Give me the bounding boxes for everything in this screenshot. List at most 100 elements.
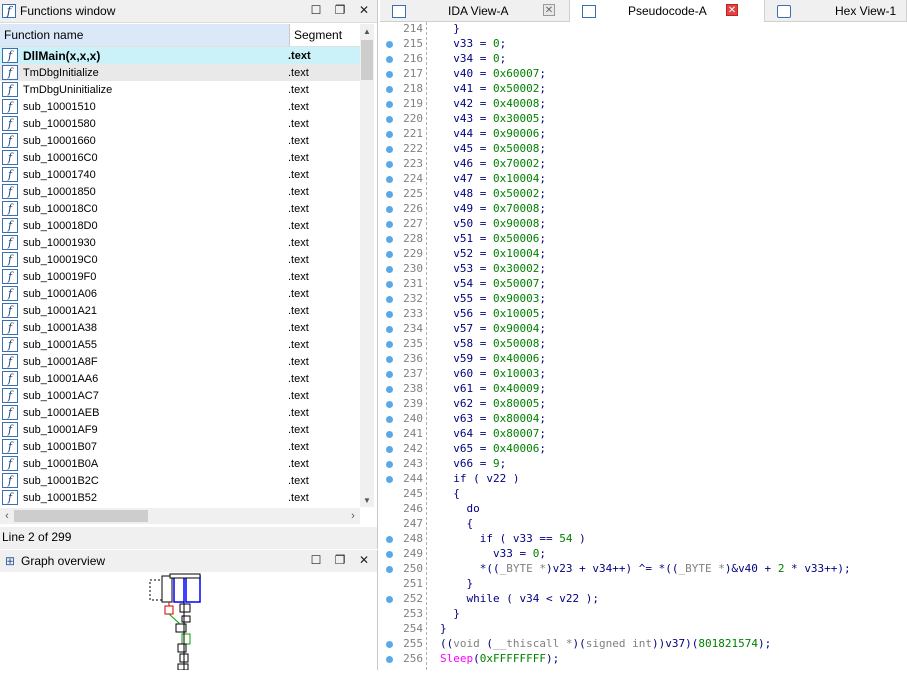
code-line[interactable]: 253 } bbox=[380, 607, 907, 622]
breakpoint-dot-icon[interactable] bbox=[386, 311, 393, 318]
code-line[interactable]: 214 } bbox=[380, 22, 907, 37]
function-row[interactable]: f sub_10001A55 .text bbox=[0, 336, 360, 353]
code-line[interactable]: 226 v49 = 0x70008; bbox=[380, 202, 907, 217]
function-row[interactable]: f sub_10001850 .text bbox=[0, 183, 360, 200]
scroll-up-icon[interactable]: ▲ bbox=[360, 24, 374, 38]
functions-hscrollbar[interactable]: ‹ › bbox=[0, 508, 360, 524]
close-icon[interactable]: ✕ bbox=[357, 553, 371, 567]
function-row[interactable]: f sub_10001B2C .text bbox=[0, 472, 360, 489]
code-line[interactable]: 231 v54 = 0x50007; bbox=[380, 277, 907, 292]
functions-vscrollbar[interactable]: ▲ ▼ bbox=[360, 24, 374, 507]
code-line[interactable]: 224 v47 = 0x10004; bbox=[380, 172, 907, 187]
breakpoint-dot-icon[interactable] bbox=[386, 536, 393, 543]
code-line[interactable]: 227 v50 = 0x90008; bbox=[380, 217, 907, 232]
function-row[interactable]: f sub_100019C0 .text bbox=[0, 251, 360, 268]
code-line[interactable]: 215 v33 = 0; bbox=[380, 37, 907, 52]
breakpoint-dot-icon[interactable] bbox=[386, 191, 393, 198]
code-line[interactable]: 255 ((void (__thiscall *)(signed int))v37… bbox=[380, 637, 907, 652]
function-row[interactable]: f sub_10001AC7 .text bbox=[0, 387, 360, 404]
scroll-down-icon[interactable]: ▼ bbox=[360, 493, 374, 507]
code-line[interactable]: 223 v46 = 0x70002; bbox=[380, 157, 907, 172]
code-line[interactable]: 251 } bbox=[380, 577, 907, 592]
function-row[interactable]: f sub_10001AF9 .text bbox=[0, 421, 360, 438]
code-line[interactable]: 256 Sleep(0xFFFFFFFF); bbox=[380, 652, 907, 667]
code-line[interactable]: 247 { bbox=[380, 517, 907, 532]
breakpoint-dot-icon[interactable] bbox=[386, 641, 393, 648]
tab-ida-view-a[interactable]: IDA View-A ✕ bbox=[380, 0, 570, 22]
code-line[interactable]: 242 v65 = 0x40006; bbox=[380, 442, 907, 457]
breakpoint-dot-icon[interactable] bbox=[386, 281, 393, 288]
viewport-rect[interactable] bbox=[185, 575, 201, 603]
code-line[interactable]: 245 { bbox=[380, 487, 907, 502]
column-segment[interactable]: Segment bbox=[290, 24, 360, 46]
breakpoint-dot-icon[interactable] bbox=[386, 56, 393, 63]
code-line[interactable]: 238 v61 = 0x40009; bbox=[380, 382, 907, 397]
breakpoint-dot-icon[interactable] bbox=[386, 461, 393, 468]
function-row[interactable]: f sub_10001B52 .text bbox=[0, 489, 360, 506]
function-row[interactable]: f sub_10001660 .text bbox=[0, 132, 360, 149]
code-line[interactable]: 220 v43 = 0x30005; bbox=[380, 112, 907, 127]
code-line[interactable]: 244 if ( v22 ) bbox=[380, 472, 907, 487]
function-row[interactable]: f sub_10001A38 .text bbox=[0, 319, 360, 336]
breakpoint-dot-icon[interactable] bbox=[386, 161, 393, 168]
code-line[interactable]: 241 v64 = 0x80007; bbox=[380, 427, 907, 442]
code-line[interactable]: 228 v51 = 0x50006; bbox=[380, 232, 907, 247]
float-icon[interactable]: ❐ bbox=[333, 3, 347, 17]
function-row[interactable]: f sub_10001B0A .text bbox=[0, 455, 360, 472]
breakpoint-dot-icon[interactable] bbox=[386, 326, 393, 333]
code-line[interactable]: 236 v59 = 0x40006; bbox=[380, 352, 907, 367]
float-icon[interactable]: ❐ bbox=[333, 553, 347, 567]
function-row[interactable]: f sub_10001510 .text bbox=[0, 98, 360, 115]
code-line[interactable]: 230 v53 = 0x30002; bbox=[380, 262, 907, 277]
code-line[interactable]: 233 v56 = 0x10005; bbox=[380, 307, 907, 322]
code-line[interactable]: 248 if ( v33 == 54 ) bbox=[380, 532, 907, 547]
breakpoint-dot-icon[interactable] bbox=[386, 101, 393, 108]
code-line[interactable]: 249 v33 = 0; bbox=[380, 547, 907, 562]
breakpoint-dot-icon[interactable] bbox=[386, 266, 393, 273]
pseudocode-view[interactable]: 214 } 215 v33 = 0; 216 v34 = 0; 217 v40 = 0… bbox=[380, 22, 907, 670]
breakpoint-dot-icon[interactable] bbox=[386, 566, 393, 573]
code-line[interactable]: 219 v42 = 0x40008; bbox=[380, 97, 907, 112]
breakpoint-dot-icon[interactable] bbox=[386, 446, 393, 453]
graph-overview-titlebar[interactable]: ⊞ Graph overview ☐ ❐ ✕ bbox=[0, 550, 377, 573]
graph-overview-canvas[interactable] bbox=[0, 572, 377, 671]
scroll-left-icon[interactable]: ‹ bbox=[0, 508, 14, 524]
code-line[interactable]: 217 v40 = 0x60007; bbox=[380, 67, 907, 82]
code-line[interactable]: 234 v57 = 0x90004; bbox=[380, 322, 907, 337]
function-row[interactable]: f sub_100018D0 .text bbox=[0, 217, 360, 234]
code-line[interactable]: 221 v44 = 0x90006; bbox=[380, 127, 907, 142]
breakpoint-dot-icon[interactable] bbox=[386, 416, 393, 423]
scroll-thumb[interactable] bbox=[361, 40, 373, 80]
breakpoint-dot-icon[interactable] bbox=[386, 146, 393, 153]
functions-window-titlebar[interactable]: f Functions window ☐ ❐ ✕ bbox=[0, 0, 377, 23]
close-icon[interactable]: ✕ bbox=[726, 4, 738, 16]
code-line[interactable]: 218 v41 = 0x50002; bbox=[380, 82, 907, 97]
close-icon[interactable]: ✕ bbox=[543, 4, 555, 16]
code-line[interactable]: 235 v58 = 0x50008; bbox=[380, 337, 907, 352]
code-line[interactable]: 250 *((_BYTE *)v23 + v34++) ^= *((_BYTE … bbox=[380, 562, 907, 577]
tab-hex-view-1[interactable]: Hex View-1 bbox=[765, 0, 907, 22]
breakpoint-dot-icon[interactable] bbox=[386, 296, 393, 303]
function-row[interactable]: f sub_10001AA6 .text bbox=[0, 370, 360, 387]
breakpoint-dot-icon[interactable] bbox=[386, 386, 393, 393]
breakpoint-dot-icon[interactable] bbox=[386, 551, 393, 558]
breakpoint-dot-icon[interactable] bbox=[386, 431, 393, 438]
breakpoint-dot-icon[interactable] bbox=[386, 131, 393, 138]
hscroll-thumb[interactable] bbox=[14, 510, 148, 522]
breakpoint-dot-icon[interactable] bbox=[386, 221, 393, 228]
function-row[interactable]: f TmDbgUninitialize .text bbox=[0, 81, 360, 98]
code-line[interactable]: 246 do bbox=[380, 502, 907, 517]
code-line[interactable]: 254} bbox=[380, 622, 907, 637]
functions-list[interactable]: f DllMain(x,x,x) .text f TmDbgInitialize .tex… bbox=[0, 47, 360, 507]
code-line[interactable]: 216 v34 = 0; bbox=[380, 52, 907, 67]
breakpoint-dot-icon[interactable] bbox=[386, 71, 393, 78]
code-line[interactable]: 252 while ( v34 < v22 ); bbox=[380, 592, 907, 607]
code-line[interactable]: 232 v55 = 0x90003; bbox=[380, 292, 907, 307]
breakpoint-dot-icon[interactable] bbox=[386, 476, 393, 483]
breakpoint-dot-icon[interactable] bbox=[386, 236, 393, 243]
code-line[interactable]: 243 v66 = 9; bbox=[380, 457, 907, 472]
breakpoint-dot-icon[interactable] bbox=[386, 206, 393, 213]
breakpoint-dot-icon[interactable] bbox=[386, 41, 393, 48]
function-row[interactable]: f sub_100016C0 .text bbox=[0, 149, 360, 166]
breakpoint-dot-icon[interactable] bbox=[386, 86, 393, 93]
